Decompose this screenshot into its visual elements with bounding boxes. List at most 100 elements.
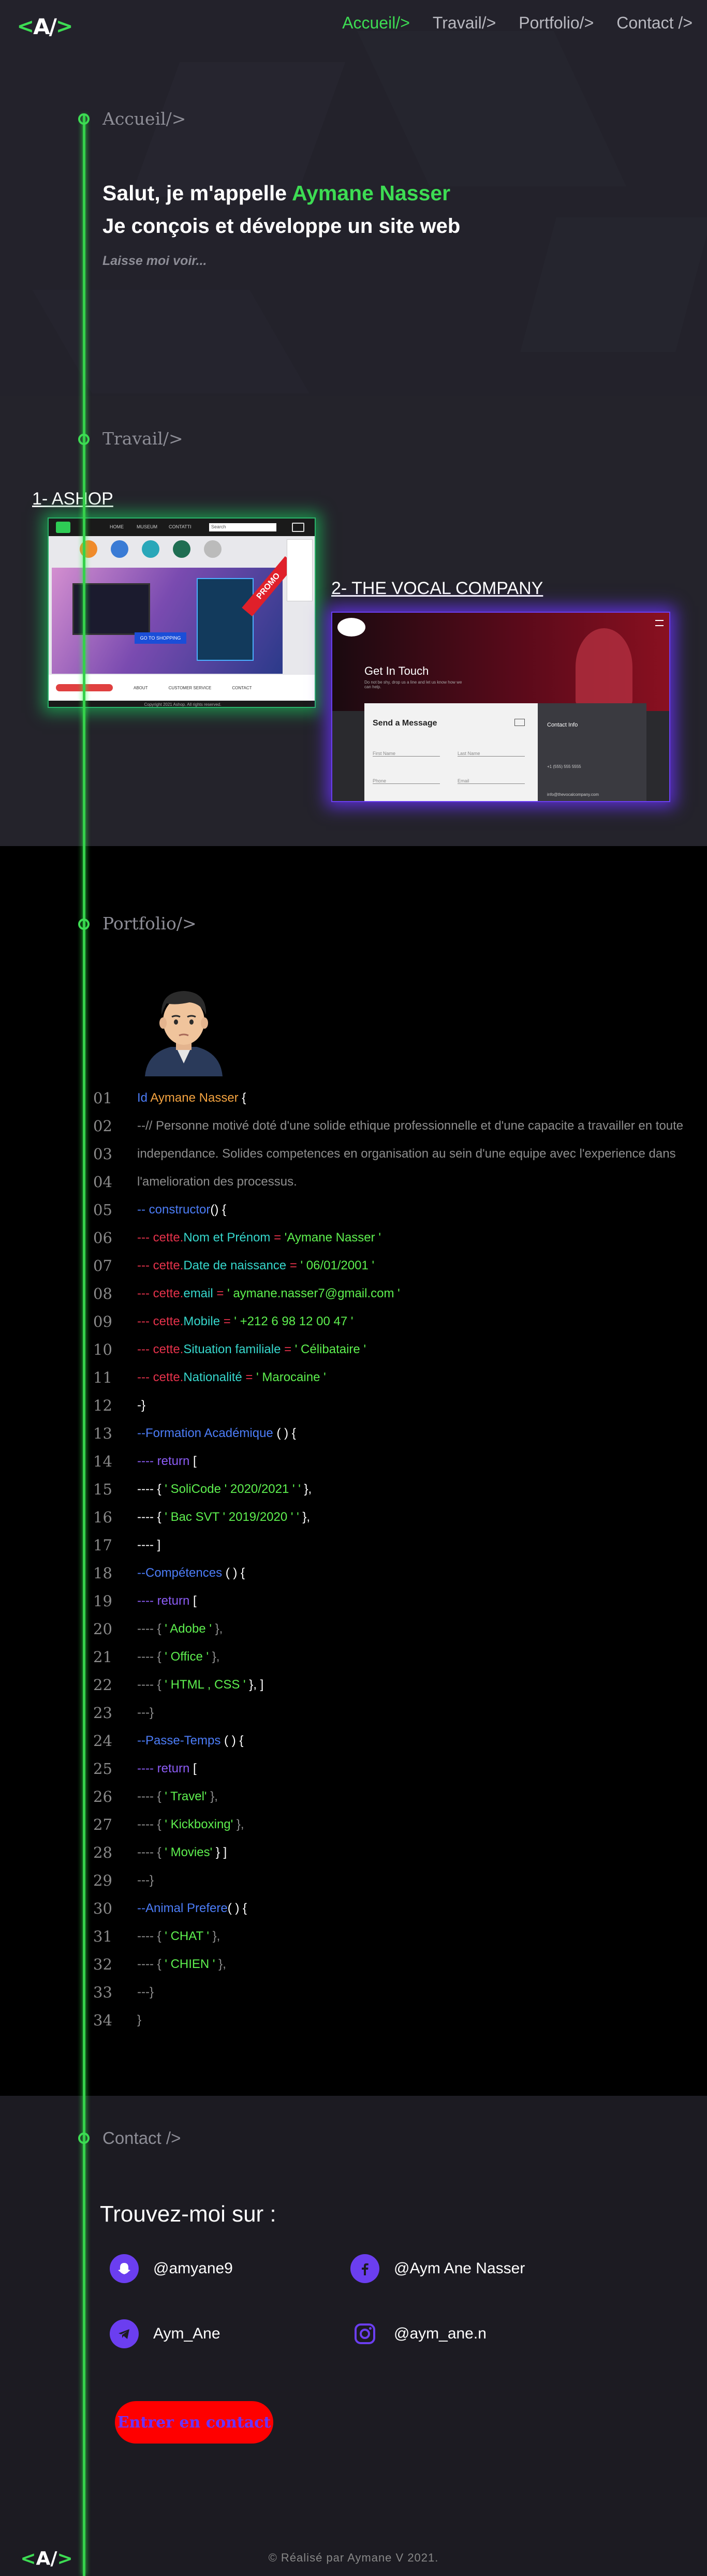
code-line-number: 05 <box>93 1201 112 1219</box>
code-line-number: 06 <box>93 1229 112 1247</box>
nav-link-travail[interactable]: Travail/> <box>433 13 496 33</box>
nav-link-portfolio[interactable]: Portfolio/> <box>519 13 594 33</box>
code-line-text: ---- { ' Office ' }, <box>137 1650 219 1664</box>
code-line-text: independance. Solides competences en org… <box>137 1147 676 1161</box>
code-token: ---- return <box>137 1761 193 1775</box>
code-token: () { <box>210 1203 227 1217</box>
code-token: --Compétences <box>137 1566 226 1580</box>
code-line-text: --Animal Prefere( ) { <box>137 1901 247 1916</box>
code-token: [ <box>193 1454 197 1468</box>
code-line-text: ---} <box>137 1873 154 1888</box>
code-line: 32 ---- { ' CHIEN ' }, <box>93 1950 707 1978</box>
hero-name: Aymane Nasser <box>291 181 451 205</box>
code-line-text: ---- { ' CHAT ' }, <box>137 1929 220 1944</box>
contact-button[interactable]: Entrer en contact <box>115 2401 273 2444</box>
social-link-snapchat[interactable]: @amyane9 <box>110 2254 233 2283</box>
social-link-telegram[interactable]: Aym_Ane <box>110 2319 220 2348</box>
project-screenshot-vocal-company[interactable]: Get In Touch Do not be shy, drop us a li… <box>331 612 670 802</box>
code-line: 07 --- cette.Date de naissance = ' 06/01/… <box>93 1252 707 1280</box>
code-line-number: 34 <box>93 2011 112 2029</box>
code-line-number: 32 <box>93 1956 112 1973</box>
code-line-number: 33 <box>93 1983 112 2001</box>
code-line-text: --Formation Académique ( ) { <box>137 1426 296 1441</box>
section-title-accueil: Accueil/> <box>102 109 186 129</box>
code-token: ---- { <box>137 1957 165 1971</box>
nav-link-accueil[interactable]: Accueil/> <box>342 13 410 33</box>
menu-icon <box>655 620 664 626</box>
code-line-number: 31 <box>93 1928 112 1945</box>
ashop-nav-contatti: CONTATTI <box>169 524 192 529</box>
code-line-text: --- cette.Date de naissance = ' 06/01/20… <box>137 1259 374 1273</box>
footer-logo[interactable]: < A/ > <box>16 2546 78 2571</box>
project-label-vocal-company[interactable]: 2- THE VOCAL COMPANY <box>331 579 543 599</box>
code-token: ---} <box>137 1706 154 1720</box>
code-token: }, <box>300 1482 312 1496</box>
code-token: = <box>289 1259 301 1272</box>
project-screenshot-ashop[interactable]: HOME MUSEUM CONTATTI Search GO TO SHOPPI… <box>48 517 316 708</box>
code-line: 11 --- cette.Nationalité = ' Marocaine ' <box>93 1364 707 1391</box>
timeline-line <box>83 115 85 2576</box>
code-line-text: ---} <box>137 1706 154 1720</box>
instagram-icon <box>350 2319 379 2348</box>
section-title-portfolio: Portfolio/> <box>102 913 197 934</box>
background-shape <box>520 217 707 352</box>
code-line: 21 ---- { ' Office ' }, <box>93 1643 707 1671</box>
code-line-text: } <box>137 2013 141 2027</box>
code-line: 28 ---- { ' Movies' } ] <box>93 1839 707 1867</box>
code-line-number: 17 <box>93 1536 112 1554</box>
hero-title: Salut, je m'appelle Aymane Nasser <box>102 181 450 205</box>
logo-bracket-left: < <box>20 2548 36 2569</box>
code-token: }, <box>299 1510 311 1524</box>
vocal-info-title: Contact Info <box>547 722 578 728</box>
code-line-number: 28 <box>93 1844 112 1861</box>
code-line-text: -} <box>137 1398 145 1413</box>
code-line: 05 -- constructor() { <box>93 1196 707 1224</box>
code-line-text: ---- { ' Kickboxing' }, <box>137 1817 244 1832</box>
nav-link-contact[interactable]: Contact /> <box>616 13 693 33</box>
site-logo[interactable]: < A/ > <box>13 11 76 41</box>
code-line-number: 23 <box>93 1704 112 1722</box>
code-token: --Animal Prefere <box>137 1901 228 1915</box>
site-header: < A/ > Accueil/> Travail/> Portfolio/> C… <box>0 0 707 52</box>
code-line: 09 --- cette.Mobile = ' +212 6 98 12 00 4… <box>93 1308 707 1336</box>
code-line-text: ---- { ' Bac SVT ' 2019/2020 ' ' }, <box>137 1510 310 1524</box>
code-line-text: ---- { ' HTML , CSS ' }, ] <box>137 1678 263 1692</box>
code-token: ' HTML , CSS ' <box>165 1678 249 1692</box>
code-line-number: 21 <box>93 1648 112 1666</box>
project-label-ashop[interactable]: 1- ASHOP <box>32 489 113 509</box>
code-token: ' Marocaine ' <box>256 1370 326 1384</box>
code-line: 31 ---- { ' CHAT ' }, <box>93 1922 707 1950</box>
code-line-number: 19 <box>93 1592 112 1610</box>
social-handle-telegram: Aym_Ane <box>153 2325 220 2342</box>
code-line-number: 12 <box>93 1397 112 1414</box>
ashop-footer-links: ABOUT CUSTOMER SERVICE CONTACT <box>49 675 315 701</box>
code-line-number: 30 <box>93 1900 112 1917</box>
social-link-facebook[interactable]: @Aym Ane Nasser <box>350 2254 525 2283</box>
code-token: --- cette. <box>137 1342 184 1356</box>
code-token: --- cette. <box>137 1259 184 1272</box>
code-token: Nationalité <box>183 1370 246 1384</box>
code-token: ' Travel' <box>165 1789 211 1803</box>
code-token: --- cette. <box>137 1370 184 1384</box>
background-shape <box>32 290 310 393</box>
social-link-instagram[interactable]: @aym_ane.n <box>350 2319 487 2348</box>
code-line: 24 --Passe-Temps ( ) { <box>93 1727 707 1755</box>
code-line: 16 ---- { ' Bac SVT ' 2019/2020 ' ' }, <box>93 1503 707 1531</box>
code-line-text: --- cette.Nationalité = ' Marocaine ' <box>137 1370 326 1385</box>
code-token: ---- { <box>137 1845 165 1859</box>
ashop-search: Search <box>209 523 276 531</box>
code-line-number: 16 <box>93 1508 112 1526</box>
code-line-text: ---- { ' CHIEN ' }, <box>137 1957 226 1972</box>
section-title-travail: Travail/> <box>102 428 183 449</box>
code-token: --- cette. <box>137 1314 184 1328</box>
code-line-text: ---- return [ <box>137 1594 197 1608</box>
hero-subtitle: Je conçois et développe un site web <box>102 215 461 238</box>
code-line-number: 03 <box>93 1145 112 1163</box>
vocal-form: Send a Message First Name Last Name Phon… <box>364 703 538 801</box>
code-token: }, <box>212 1650 220 1664</box>
code-line-number: 15 <box>93 1481 112 1498</box>
background-shape <box>130 62 346 197</box>
code-token: = <box>216 1286 228 1300</box>
code-token: }, <box>212 1929 220 1943</box>
code-token: -- constructor <box>137 1203 211 1217</box>
